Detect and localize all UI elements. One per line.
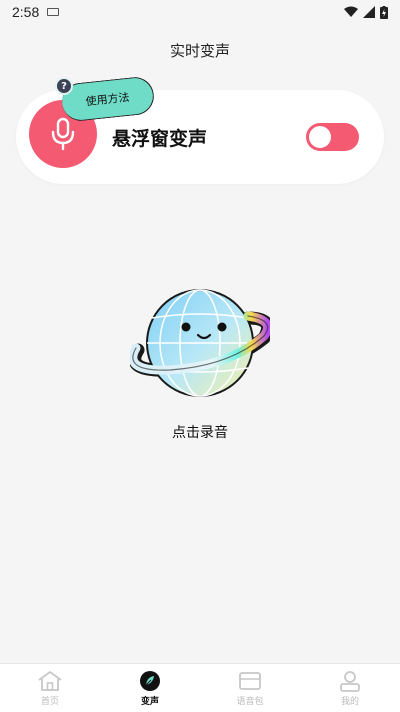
tab-home-label: 首页 [40,697,59,707]
status-bar: 2:58 [0,0,400,24]
tab-voice-package-label: 语音包 [236,697,264,707]
package-icon [239,672,261,690]
battery-icon [380,5,388,19]
status-time: 2:58 [12,4,40,20]
tab-voice-change[interactable]: 变声 [100,664,200,712]
tab-voice-package[interactable]: 语音包 [200,664,300,712]
tab-voice-change-label: 变声 [140,697,159,707]
home-icon [38,671,62,691]
wifi-icon [344,6,358,17]
tab-mine[interactable]: 我的 [300,664,400,712]
help-label: 使用方法 [84,90,131,109]
question-icon: ? [55,77,73,95]
floating-window-label: 悬浮窗变声 [112,128,208,150]
toggle-knob [309,126,331,148]
page-title: 实时变声 [169,42,230,60]
leaf-icon [140,671,160,691]
microphone-icon [51,117,75,151]
signal-icon [363,6,375,18]
user-icon [340,671,360,692]
record-planet-button[interactable] [130,288,270,408]
floating-window-toggle[interactable] [306,123,359,151]
tab-home[interactable]: 首页 [0,664,100,712]
notification-icon [47,8,60,16]
status-icons [344,5,388,19]
record-label: 点击录音 [172,425,228,441]
bottom-tab-bar: 首页 变声 语音包 我的 [0,663,400,712]
tab-mine-label: 我的 [340,697,359,707]
